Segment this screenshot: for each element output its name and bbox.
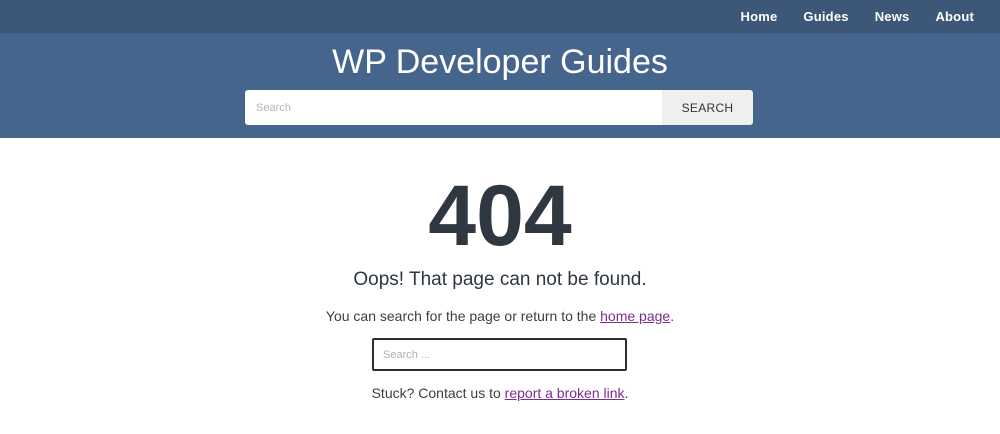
nav-about-link[interactable]: About xyxy=(935,9,974,24)
nav-news-link[interactable]: News xyxy=(875,9,910,24)
error-content: 404 Oops! That page can not be found. Yo… xyxy=(0,138,1000,434)
main-nav: Home Guides News About xyxy=(741,0,1000,33)
site-title[interactable]: WP Developer Guides xyxy=(0,42,1000,82)
search-instructions: You can search for the page or return to… xyxy=(0,307,1000,325)
broken-link-end: . xyxy=(624,385,629,401)
page-search-input[interactable] xyxy=(372,338,627,371)
broken-link-text: Stuck? Contact us to xyxy=(371,385,505,401)
header-search-button[interactable]: SEARCH xyxy=(662,90,753,125)
search-instructions-text: You can search for the page or return to… xyxy=(325,308,601,324)
header-search-form: SEARCH xyxy=(245,90,753,125)
site-header: WP Developer Guides SEARCH xyxy=(0,33,1000,138)
nav-home-link[interactable]: Home xyxy=(741,9,778,24)
search-instructions-end: . xyxy=(670,308,675,324)
header-search-input[interactable] xyxy=(245,90,662,125)
error-code: 404 xyxy=(428,168,572,264)
error-headline: Oops! That page can not be found. xyxy=(353,269,647,290)
report-broken-link[interactable]: report a broken link xyxy=(505,385,625,401)
broken-link-note: Stuck? Contact us to report a broken lin… xyxy=(0,384,1000,402)
nav-guides-link[interactable]: Guides xyxy=(803,9,848,24)
home-page-link[interactable]: home page xyxy=(600,308,670,324)
top-navigation-bar: Home Guides News About xyxy=(0,0,1000,33)
